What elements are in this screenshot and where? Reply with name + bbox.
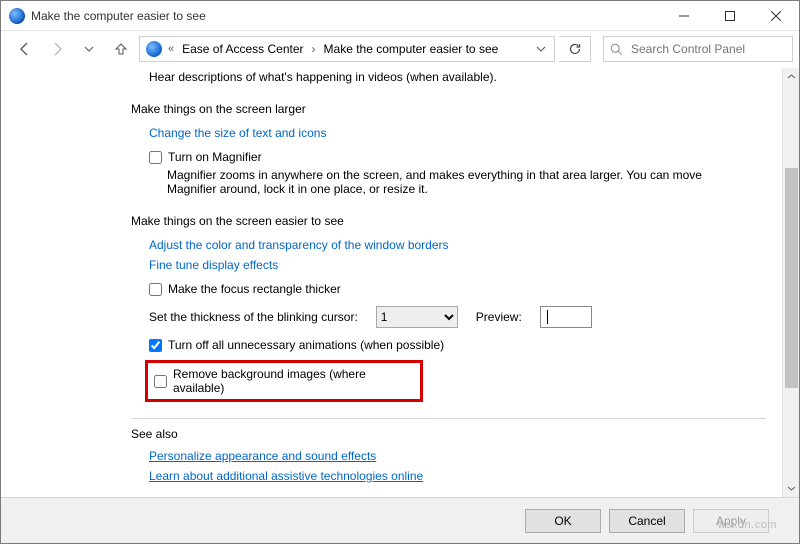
highlight-remove-background: Remove background images (where availabl… xyxy=(145,360,423,402)
nav-toolbar: « Ease of Access Center › Make the compu… xyxy=(1,31,799,67)
forward-button[interactable] xyxy=(43,35,71,63)
checkbox-focus-rectangle-label: Make the focus rectangle thicker xyxy=(168,282,341,296)
checkbox-remove-background-label: Remove background images (where availabl… xyxy=(173,367,414,395)
link-change-text-size[interactable]: Change the size of text and icons xyxy=(149,126,326,140)
hear-descriptions-text: Hear descriptions of what's happening in… xyxy=(149,70,766,84)
search-input[interactable] xyxy=(629,41,786,57)
section-make-larger: Make things on the screen larger xyxy=(131,102,766,116)
vertical-scrollbar[interactable] xyxy=(782,68,799,497)
ok-button[interactable]: OK xyxy=(525,509,601,533)
breadcrumb[interactable]: « Ease of Access Center › Make the compu… xyxy=(139,36,555,62)
dialog-button-bar: OK Cancel Apply wsxdn.com xyxy=(1,497,799,543)
chevron-right-icon[interactable]: › xyxy=(310,42,318,56)
section-easier-to-see: Make things on the screen easier to see xyxy=(131,214,766,228)
window-title: Make the computer easier to see xyxy=(31,9,206,23)
link-personalize[interactable]: Personalize appearance and sound effects xyxy=(149,449,376,463)
scroll-down-button[interactable] xyxy=(783,480,800,497)
breadcrumb-overflow-icon[interactable]: « xyxy=(166,43,176,55)
content-pane: Hear descriptions of what's happening in… xyxy=(1,68,782,497)
ease-of-access-icon xyxy=(146,41,162,57)
maximize-button[interactable] xyxy=(707,1,753,31)
breadcrumb-dropdown[interactable] xyxy=(532,37,550,61)
cancel-button[interactable]: Cancel xyxy=(609,509,685,533)
close-button[interactable] xyxy=(753,1,799,31)
checkbox-turn-off-animations-input[interactable] xyxy=(149,339,162,352)
refresh-button[interactable] xyxy=(559,36,591,62)
search-box[interactable] xyxy=(603,36,793,62)
back-button[interactable] xyxy=(11,35,39,63)
breadcrumb-parent[interactable]: Ease of Access Center xyxy=(178,42,307,56)
breadcrumb-current[interactable]: Make the computer easier to see xyxy=(320,42,503,56)
preview-label: Preview: xyxy=(476,310,522,324)
checkbox-turn-on-magnifier-input[interactable] xyxy=(149,151,162,164)
cursor-preview xyxy=(540,306,592,328)
recent-dropdown[interactable] xyxy=(75,35,103,63)
checkbox-focus-rectangle-input[interactable] xyxy=(149,283,162,296)
see-also-heading: See also xyxy=(131,427,766,441)
checkbox-remove-background-input[interactable] xyxy=(154,375,167,388)
magnifier-description: Magnifier zooms in anywhere on the scree… xyxy=(167,168,727,196)
app-icon xyxy=(9,8,25,24)
link-adjust-color[interactable]: Adjust the color and transparency of the… xyxy=(149,238,449,252)
checkbox-turn-on-magnifier-label: Turn on Magnifier xyxy=(168,150,262,164)
minimize-button[interactable] xyxy=(661,1,707,31)
titlebar: Make the computer easier to see xyxy=(1,1,799,31)
apply-button[interactable]: Apply xyxy=(693,509,769,533)
checkbox-turn-off-animations-label: Turn off all unnecessary animations (whe… xyxy=(168,338,444,352)
cursor-thickness-label: Set the thickness of the blinking cursor… xyxy=(149,310,358,324)
cursor-caret-icon xyxy=(547,310,548,324)
checkbox-turn-off-animations[interactable]: Turn off all unnecessary animations (whe… xyxy=(149,338,766,352)
link-learn-assistive[interactable]: Learn about additional assistive technol… xyxy=(149,469,423,483)
cursor-thickness-select[interactable]: 1 xyxy=(376,306,458,328)
checkbox-turn-on-magnifier[interactable]: Turn on Magnifier xyxy=(149,150,766,164)
scroll-up-button[interactable] xyxy=(783,68,800,85)
checkbox-remove-background[interactable]: Remove background images (where availabl… xyxy=(154,367,414,395)
up-button[interactable] xyxy=(107,35,135,63)
search-icon xyxy=(610,43,623,56)
link-fine-tune[interactable]: Fine tune display effects xyxy=(149,258,278,272)
scroll-thumb[interactable] xyxy=(785,168,798,388)
checkbox-focus-rectangle[interactable]: Make the focus rectangle thicker xyxy=(149,282,766,296)
